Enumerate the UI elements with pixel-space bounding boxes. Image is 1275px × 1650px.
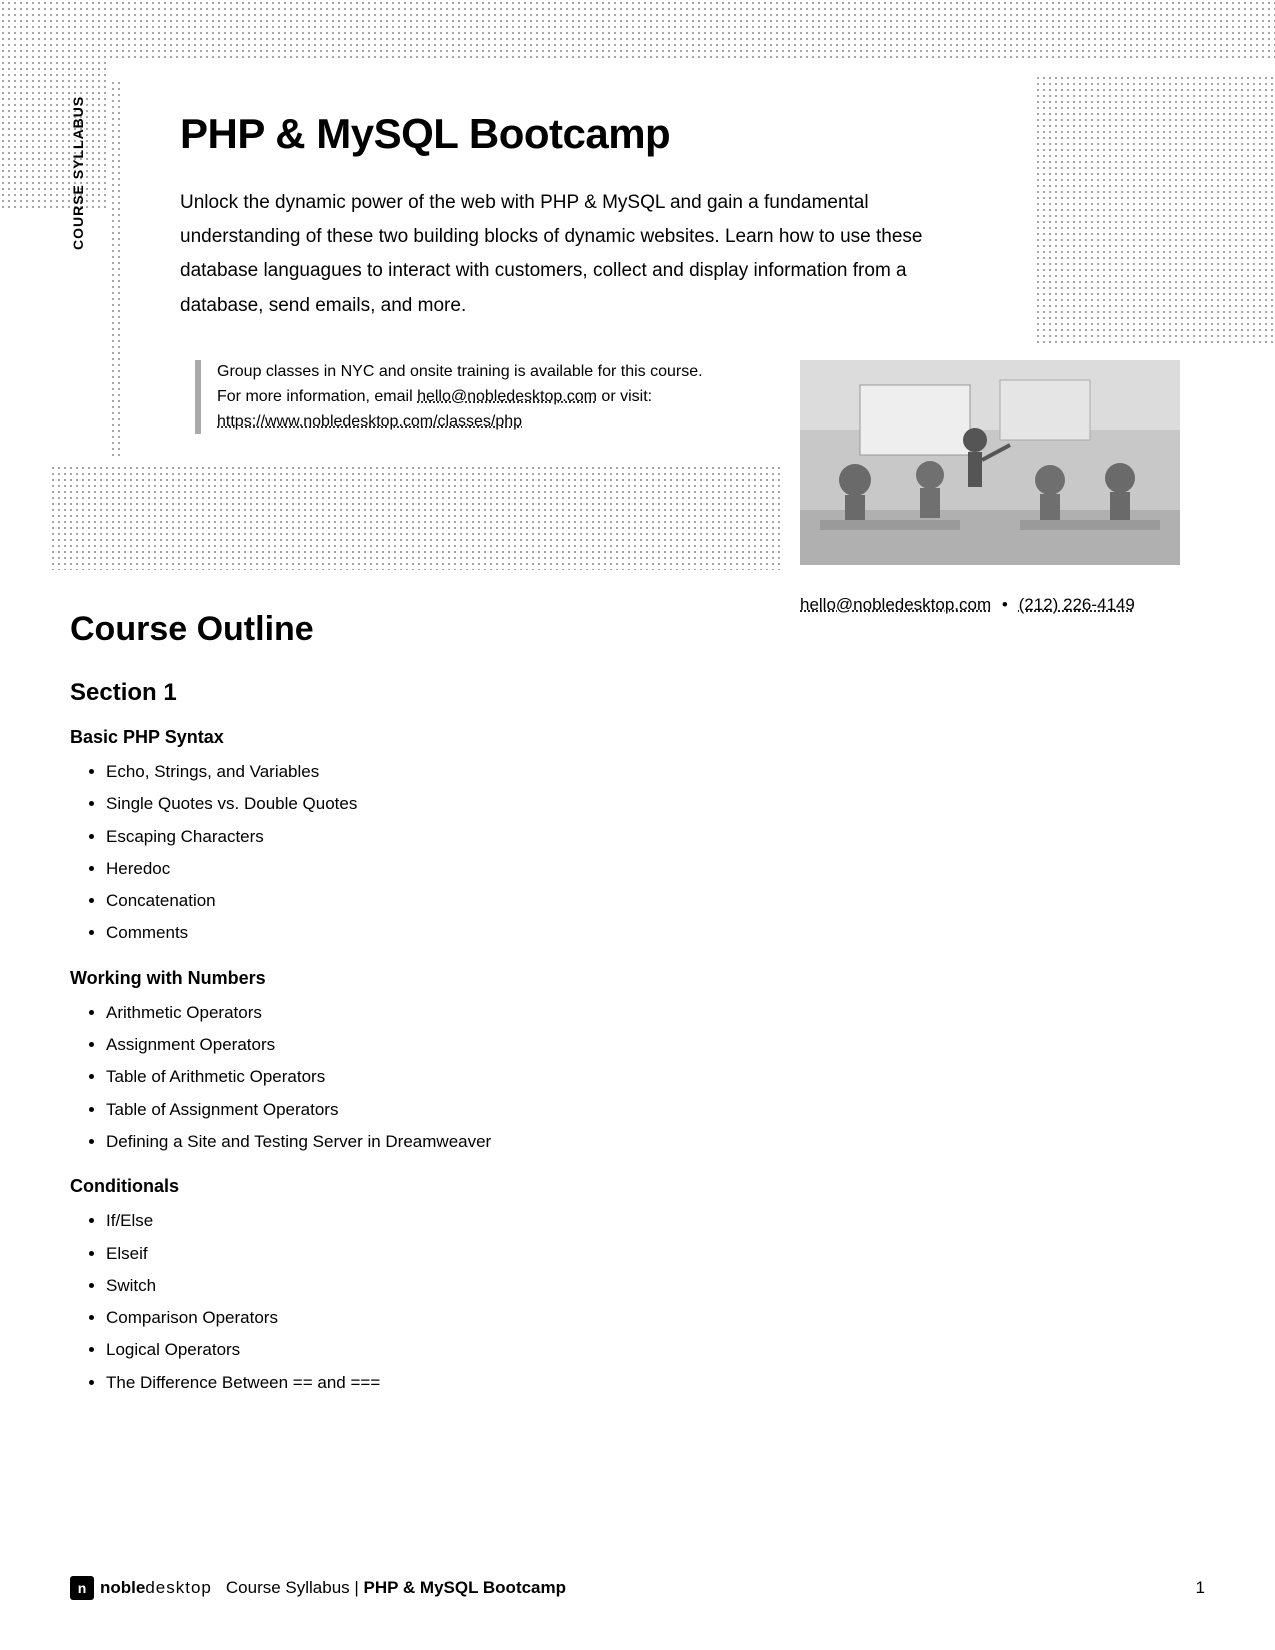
info-line-1: Group classes in NYC and onsite training… — [217, 360, 775, 385]
course-outline: Course Outline Section 1 Basic PHP Synta… — [70, 610, 770, 1399]
info-line-2: For more information, email hello@nobled… — [217, 385, 775, 410]
contact-separator: • — [1002, 595, 1008, 614]
list-item: Comments — [106, 917, 770, 949]
list-item: If/Else — [106, 1205, 770, 1237]
list-item: Defining a Site and Testing Server in Dr… — [106, 1126, 770, 1158]
list-item: Concatenation — [106, 885, 770, 917]
outline-heading: Course Outline — [70, 610, 770, 649]
list-item: Escaping Characters — [106, 821, 770, 853]
list-item: Table of Arithmetic Operators — [106, 1061, 770, 1093]
decorative-dots-left — [0, 60, 110, 210]
list-item: Assignment Operators — [106, 1029, 770, 1061]
intro-paragraph: Unlock the dynamic power of the web with… — [180, 186, 960, 323]
decorative-dots-top — [0, 0, 1275, 60]
topic-title: Conditionals — [70, 1176, 770, 1197]
topic-title: Working with Numbers — [70, 968, 770, 989]
decorative-dots-right — [1035, 75, 1275, 345]
topic-list: Echo, Strings, and VariablesSingle Quote… — [70, 756, 770, 950]
info-box: Group classes in NYC and onsite training… — [195, 360, 775, 434]
sidebar-label: COURSE SYLLABUS — [70, 96, 86, 250]
topic-list: If/ElseElseifSwitchComparison OperatorsL… — [70, 1205, 770, 1399]
list-item: Table of Assignment Operators — [106, 1094, 770, 1126]
logo-mark-icon: n — [70, 1576, 94, 1600]
topic-title: Basic PHP Syntax — [70, 727, 770, 748]
page-title: PHP & MySQL Bootcamp — [180, 110, 960, 158]
list-item: Single Quotes vs. Double Quotes — [106, 788, 770, 820]
contact-phone-link[interactable]: (212) 226-4149 — [1019, 595, 1135, 614]
contact-email-link[interactable]: hello@nobledesktop.com — [800, 595, 991, 614]
info-email-link[interactable]: hello@nobledesktop.com — [417, 388, 597, 405]
info-url-link[interactable]: https://www.nobledesktop.com/classes/php — [217, 413, 522, 430]
brand-name-bold: noble — [100, 1578, 145, 1597]
contact-line: hello@nobledesktop.com • (212) 226-4149 — [800, 595, 1135, 615]
list-item: Switch — [106, 1270, 770, 1302]
brand-name-thin: desktop — [145, 1578, 212, 1597]
list-item: Logical Operators — [106, 1334, 770, 1366]
section-heading: Section 1 — [70, 679, 770, 707]
page-number: 1 — [1196, 1578, 1205, 1598]
list-item: The Difference Between == and === — [106, 1367, 770, 1399]
list-item: Echo, Strings, and Variables — [106, 756, 770, 788]
list-item: Elseif — [106, 1238, 770, 1270]
brand-logo: n nobledesktop — [70, 1576, 212, 1600]
list-item: Arithmetic Operators — [106, 997, 770, 1029]
classroom-photo — [800, 360, 1180, 565]
decorative-dots-leftcol — [110, 80, 120, 460]
list-item: Comparison Operators — [106, 1302, 770, 1334]
footer-course-label: Course Syllabus | PHP & MySQL Bootcamp — [226, 1578, 566, 1598]
page-footer: n nobledesktop Course Syllabus | PHP & M… — [70, 1576, 1205, 1600]
topic-list: Arithmetic OperatorsAssignment Operators… — [70, 997, 770, 1158]
list-item: Heredoc — [106, 853, 770, 885]
decorative-dots-mid — [50, 465, 780, 570]
